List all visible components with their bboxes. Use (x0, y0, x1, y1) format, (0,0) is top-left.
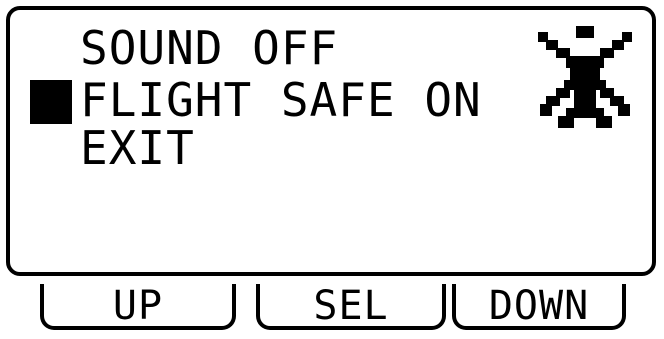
selection-cursor (30, 80, 72, 124)
bird-of-prey-icon (536, 26, 634, 130)
down-softkey[interactable]: DOWN (452, 284, 626, 330)
lcd-display: SOUND OFF FLIGHT SAFE ON EXIT UP SEL DOW… (0, 0, 664, 339)
menu-item-exit[interactable]: EXIT (80, 122, 195, 174)
select-softkey[interactable]: SEL (256, 284, 446, 330)
softkey-bar: UP SEL DOWN (0, 276, 664, 339)
up-softkey[interactable]: UP (40, 284, 236, 330)
menu-item-sound[interactable]: SOUND OFF (80, 22, 338, 74)
menu-item-flight-safe[interactable]: FLIGHT SAFE ON (80, 74, 482, 126)
